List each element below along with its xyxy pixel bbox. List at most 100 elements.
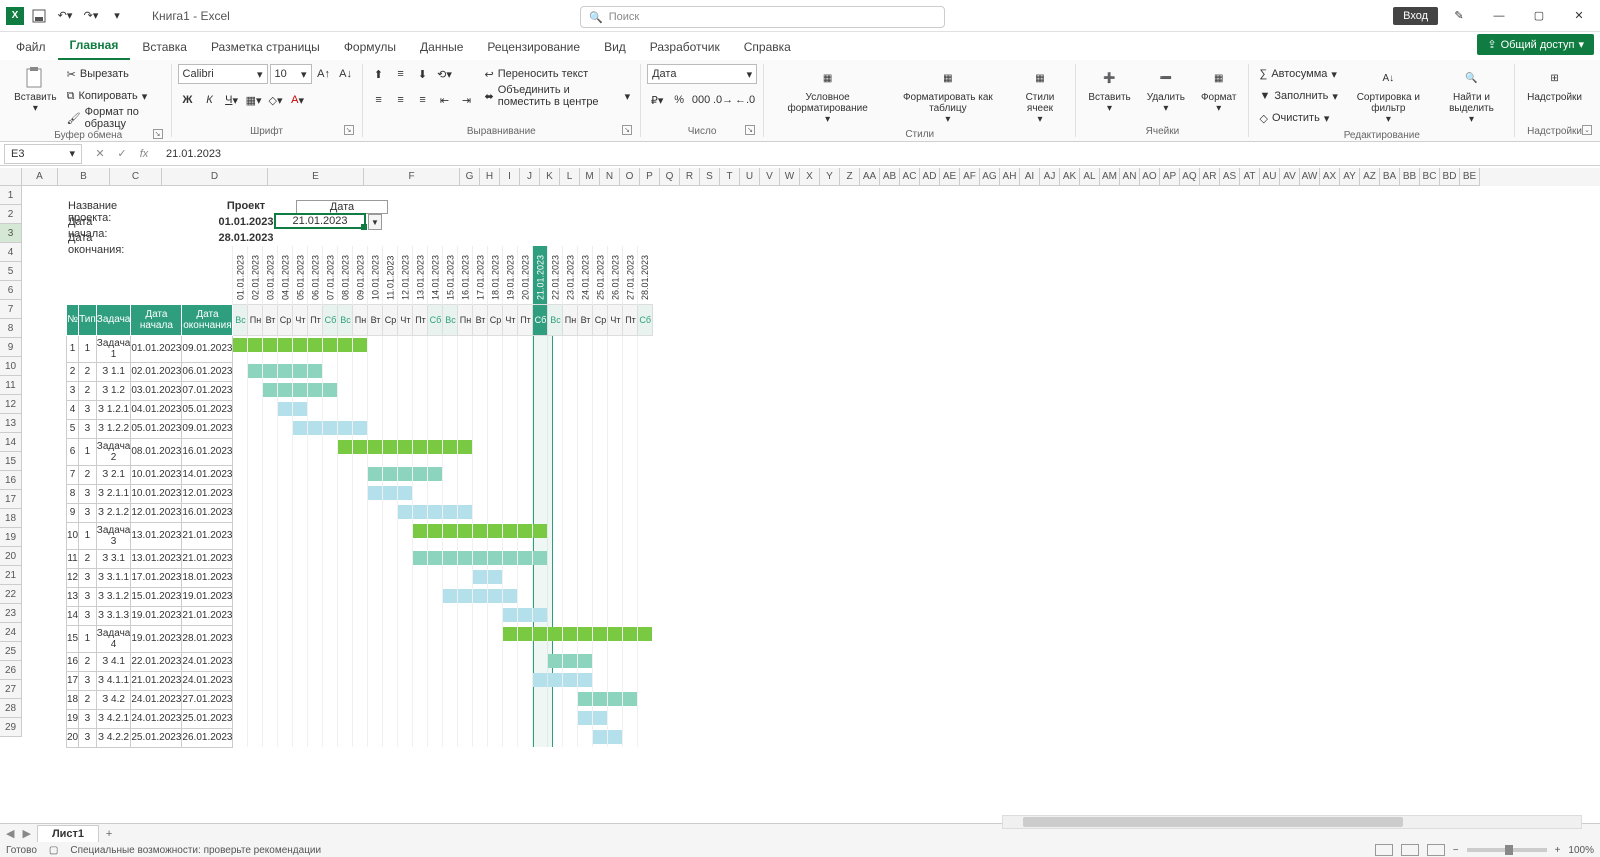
clipboard-launcher[interactable]: ↘ <box>153 129 163 139</box>
decrease-decimal-button[interactable]: ←.0 <box>735 90 755 110</box>
row-header[interactable]: 17 <box>0 490 22 509</box>
column-header[interactable]: AP <box>1160 168 1180 186</box>
column-header[interactable]: B <box>58 168 110 186</box>
sheet-prev-button[interactable]: ◀ <box>6 827 14 840</box>
align-middle-button[interactable]: ≡ <box>391 64 411 84</box>
alignment-launcher[interactable]: ↘ <box>622 125 632 135</box>
column-header[interactable]: L <box>560 168 580 186</box>
align-right-button[interactable]: ≡ <box>413 90 433 110</box>
column-header[interactable]: AH <box>1000 168 1020 186</box>
save-button[interactable] <box>28 5 50 27</box>
minimize-button[interactable]: — <box>1480 2 1518 30</box>
search-box[interactable]: 🔍 Поиск <box>580 6 945 28</box>
increase-indent-button[interactable]: ⇥ <box>457 90 477 110</box>
addins-button[interactable]: ⊞Надстройки <box>1521 64 1588 105</box>
row-header[interactable]: 29 <box>0 718 22 737</box>
tab-review[interactable]: Рецензирование <box>475 34 592 60</box>
row-header[interactable]: 15 <box>0 452 22 471</box>
column-header[interactable]: BA <box>1380 168 1400 186</box>
normal-view-button[interactable] <box>1375 844 1393 856</box>
row-header[interactable]: 4 <box>0 243 22 262</box>
column-header[interactable]: AL <box>1080 168 1100 186</box>
row-header[interactable]: 19 <box>0 528 22 547</box>
sheet-tab[interactable]: Лист1 <box>37 825 99 842</box>
italic-button[interactable]: К <box>200 90 220 110</box>
column-header[interactable]: C <box>110 168 162 186</box>
row-header[interactable]: 24 <box>0 623 22 642</box>
macro-record-icon[interactable]: ▢ <box>49 845 58 856</box>
column-header[interactable]: A <box>22 168 58 186</box>
format-cells-button[interactable]: ▦Формат▾ <box>1195 64 1243 116</box>
row-header[interactable]: 20 <box>0 547 22 566</box>
column-header[interactable]: K <box>540 168 560 186</box>
font-launcher[interactable]: ↘ <box>344 125 354 135</box>
page-break-view-button[interactable] <box>1427 844 1445 856</box>
column-header[interactable]: X <box>800 168 820 186</box>
column-header[interactable]: G <box>460 168 480 186</box>
copy-button[interactable]: ⧉Копировать▾ <box>63 86 165 106</box>
row-header[interactable]: 26 <box>0 661 22 680</box>
accounting-format-button[interactable]: ₽▾ <box>647 90 667 110</box>
zoom-in-button[interactable]: + <box>1555 845 1561 856</box>
horizontal-scrollbar[interactable] <box>1002 815 1582 829</box>
column-header[interactable]: AU <box>1260 168 1280 186</box>
format-painter-button[interactable]: 🖌Формат по образцу <box>63 108 165 128</box>
column-header[interactable]: M <box>580 168 600 186</box>
column-header[interactable]: O <box>620 168 640 186</box>
enter-formula-button[interactable]: ✓ <box>112 144 132 164</box>
zoom-out-button[interactable]: − <box>1453 845 1459 856</box>
percent-format-button[interactable]: % <box>669 90 689 110</box>
row-header[interactable]: 12 <box>0 395 22 414</box>
fill-color-button[interactable]: ◇▾ <box>266 90 286 110</box>
wrap-text-button[interactable]: ↩Переносить текст <box>481 64 635 84</box>
conditional-formatting-button[interactable]: ▦Условное форматирование▾ <box>770 64 885 127</box>
column-header[interactable]: I <box>500 168 520 186</box>
paste-button[interactable]: Вставить▾ <box>12 64 59 116</box>
number-format-dropdown[interactable]: Дата▾ <box>647 64 757 84</box>
new-sheet-button[interactable]: + <box>99 828 119 840</box>
column-header[interactable]: BB <box>1400 168 1420 186</box>
row-header[interactable]: 16 <box>0 471 22 490</box>
row-header[interactable]: 1 <box>0 186 22 205</box>
row-header[interactable]: 5 <box>0 262 22 281</box>
row-header[interactable]: 18 <box>0 509 22 528</box>
column-header[interactable]: D <box>162 168 268 186</box>
column-header[interactable]: P <box>640 168 660 186</box>
column-header[interactable]: F <box>364 168 460 186</box>
number-launcher[interactable]: ↘ <box>745 125 755 135</box>
row-header[interactable]: 10 <box>0 357 22 376</box>
tab-formulas[interactable]: Формулы <box>332 34 408 60</box>
column-header[interactable]: U <box>740 168 760 186</box>
column-header[interactable]: V <box>760 168 780 186</box>
name-box[interactable]: E3▾ <box>4 144 82 164</box>
sort-filter-button[interactable]: A↓Сортировка и фильтр▾ <box>1346 64 1431 127</box>
tab-insert[interactable]: Вставка <box>130 34 199 60</box>
zoom-level[interactable]: 100% <box>1568 845 1594 856</box>
column-header[interactable]: BE <box>1460 168 1480 186</box>
tab-data[interactable]: Данные <box>408 34 475 60</box>
column-header[interactable]: Y <box>820 168 840 186</box>
cut-button[interactable]: ✂Вырезать <box>63 64 165 84</box>
column-header[interactable]: AR <box>1200 168 1220 186</box>
qat-customize-button[interactable]: ▾ <box>106 5 128 27</box>
row-header[interactable]: 7 <box>0 300 22 319</box>
column-header[interactable]: AO <box>1140 168 1160 186</box>
column-header[interactable]: AA <box>860 168 880 186</box>
column-header[interactable]: AN <box>1120 168 1140 186</box>
column-header[interactable]: AV <box>1280 168 1300 186</box>
align-top-button[interactable]: ⬆ <box>369 64 389 84</box>
decrease-indent-button[interactable]: ⇤ <box>435 90 455 110</box>
select-all-corner[interactable] <box>0 168 22 186</box>
row-header[interactable]: 22 <box>0 585 22 604</box>
selected-cell[interactable]: 21.01.2023 <box>274 213 366 229</box>
row-header[interactable]: 3 <box>0 224 22 243</box>
row-header[interactable]: 25 <box>0 642 22 661</box>
row-header[interactable]: 28 <box>0 699 22 718</box>
decrease-font-button[interactable]: A↓ <box>336 64 356 84</box>
column-header[interactable]: H <box>480 168 500 186</box>
column-header[interactable]: AX <box>1320 168 1340 186</box>
font-size-dropdown[interactable]: 10▾ <box>270 64 312 84</box>
orientation-button[interactable]: ⟲▾ <box>435 64 455 84</box>
row-header[interactable]: 21 <box>0 566 22 585</box>
insert-cells-button[interactable]: ➕Вставить▾ <box>1082 64 1136 116</box>
